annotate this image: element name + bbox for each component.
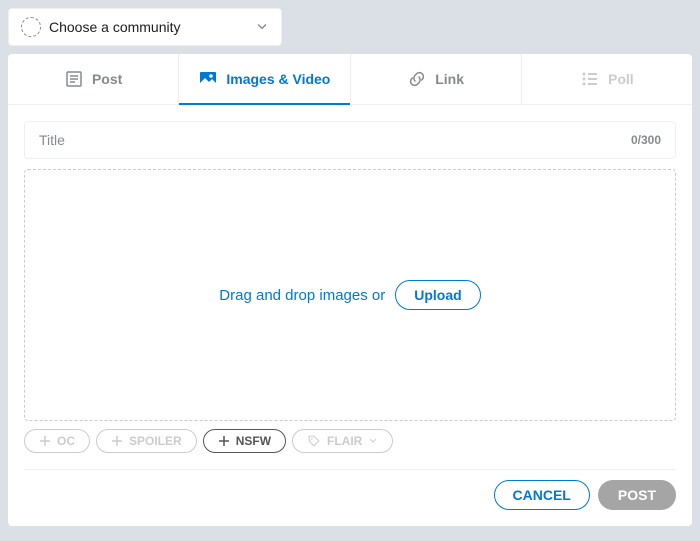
content-area: 0/300 Drag and drop images or Upload OC … [8, 105, 692, 526]
cancel-button[interactable]: CANCEL [494, 480, 590, 510]
link-icon [407, 69, 427, 89]
tag-icon [307, 434, 321, 448]
chevron-down-icon [368, 436, 378, 446]
spoiler-label: SPOILER [129, 434, 182, 448]
tab-poll: Poll [522, 54, 692, 104]
nsfw-label: NSFW [236, 434, 271, 448]
community-bar: Choose a community [0, 0, 700, 54]
community-selector[interactable]: Choose a community [8, 8, 282, 46]
upload-button[interactable]: Upload [395, 280, 480, 310]
tag-row: OC SPOILER NSFW FLAIR [24, 421, 676, 470]
post-button: POST [598, 480, 676, 510]
title-field-wrapper: 0/300 [24, 121, 676, 159]
post-card: Post Images & Video Link Poll 0/300 [8, 54, 692, 526]
flair-tag-button: FLAIR [292, 429, 393, 453]
poll-icon [580, 69, 600, 89]
community-placeholder-icon [21, 17, 41, 37]
oc-tag-button: OC [24, 429, 90, 453]
plus-icon [39, 435, 51, 447]
flair-label: FLAIR [327, 434, 362, 448]
plus-icon [218, 435, 230, 447]
plus-icon [111, 435, 123, 447]
tab-link[interactable]: Link [351, 54, 522, 104]
post-icon [64, 69, 84, 89]
tab-poll-label: Poll [608, 71, 634, 87]
tab-post[interactable]: Post [8, 54, 179, 104]
media-dropzone[interactable]: Drag and drop images or Upload [24, 169, 676, 421]
title-input[interactable] [39, 132, 631, 148]
community-selector-left: Choose a community [21, 17, 181, 37]
tab-images-video[interactable]: Images & Video [179, 54, 350, 104]
community-placeholder-text: Choose a community [49, 19, 181, 35]
title-char-count: 0/300 [631, 133, 661, 147]
tab-link-label: Link [435, 71, 464, 87]
oc-label: OC [57, 434, 75, 448]
tabs: Post Images & Video Link Poll [8, 54, 692, 105]
dropzone-text: Drag and drop images or [219, 287, 385, 304]
tab-post-label: Post [92, 71, 122, 87]
chevron-down-icon [255, 20, 269, 34]
footer-actions: CANCEL POST [24, 470, 676, 510]
nsfw-tag-button[interactable]: NSFW [203, 429, 286, 453]
spoiler-tag-button: SPOILER [96, 429, 197, 453]
tab-images-label: Images & Video [226, 71, 330, 87]
image-icon [198, 69, 218, 89]
